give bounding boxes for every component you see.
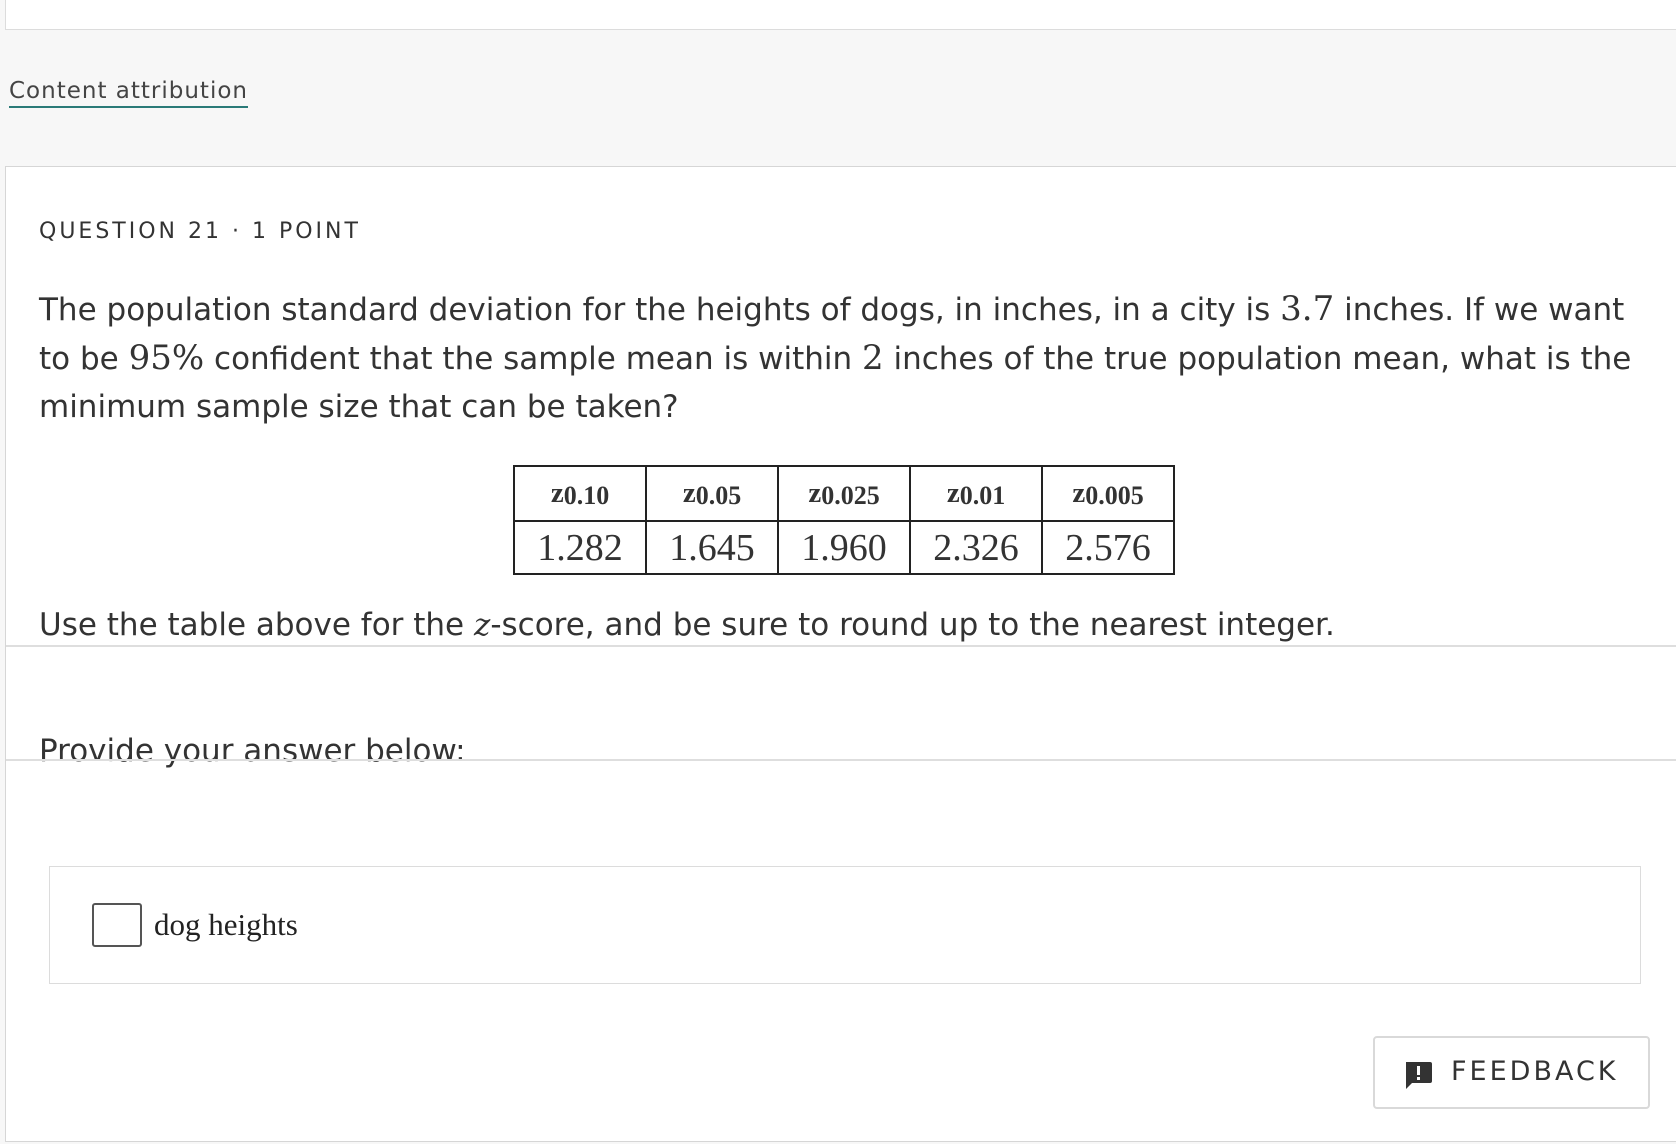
- attribution-area: Content attribution: [0, 30, 1676, 166]
- answer-prompt: Provide your answer below:: [39, 733, 466, 769]
- question-text: The population standard deviation for th…: [39, 285, 1639, 431]
- z-table-header-cell: z0.05: [645, 465, 779, 522]
- z-table-header-cell: z0.10: [513, 465, 647, 522]
- feedback-button[interactable]: FEEDBACK: [1373, 1036, 1650, 1109]
- z-table-header-cell: z0.025: [777, 465, 911, 522]
- question-number: QUESTION 21: [39, 219, 222, 244]
- z-table-value-cell: 2.326: [909, 520, 1043, 575]
- answer-container: dog heights: [49, 866, 1641, 984]
- confidence-value: 95%: [128, 338, 205, 378]
- z-table-value-cell: 1.282: [513, 520, 647, 575]
- feedback-label: FEEDBACK: [1451, 1056, 1619, 1087]
- margin-value: 2: [861, 338, 884, 378]
- sigma-value: 3.7: [1280, 289, 1335, 329]
- z-table-value-cell: 1.960: [777, 520, 911, 575]
- feedback-icon: [1406, 1062, 1432, 1089]
- previous-question-card-edge: [5, 0, 1676, 30]
- z-table-value-row: 1.282 1.645 1.960 2.326 2.576: [513, 520, 1175, 575]
- header-separator: ·: [231, 219, 242, 244]
- question-card: QUESTION 21 · 1 POINT The population stand…: [5, 166, 1676, 1142]
- divider: [6, 645, 1676, 647]
- answer-input[interactable]: [92, 903, 142, 947]
- z-variable: z: [473, 607, 491, 643]
- z-table-header-cell: z0.005: [1041, 465, 1175, 522]
- z-table-value-cell: 2.576: [1041, 520, 1175, 575]
- question-points: 1 POINT: [251, 219, 361, 244]
- z-table-value-cell: 1.645: [645, 520, 779, 575]
- z-table-header-row: z0.10 z0.05 z0.025 z0.01 z0.005: [513, 465, 1175, 522]
- question-header: QUESTION 21 · 1 POINT: [39, 219, 361, 244]
- answer-unit-label: dog heights: [154, 907, 298, 942]
- question-text-part: confident that the sample mean is within: [204, 341, 862, 377]
- z-score-table: z0.10 z0.05 z0.025 z0.01 z0.005 1.282 1.…: [513, 465, 1175, 575]
- instruction-text: Use the table above for the z-score, and…: [39, 607, 1335, 643]
- z-table-header-cell: z0.01: [909, 465, 1043, 522]
- divider: [6, 759, 1676, 761]
- question-text-part: The population standard deviation for th…: [39, 292, 1281, 328]
- content-attribution-link[interactable]: Content attribution: [9, 78, 248, 108]
